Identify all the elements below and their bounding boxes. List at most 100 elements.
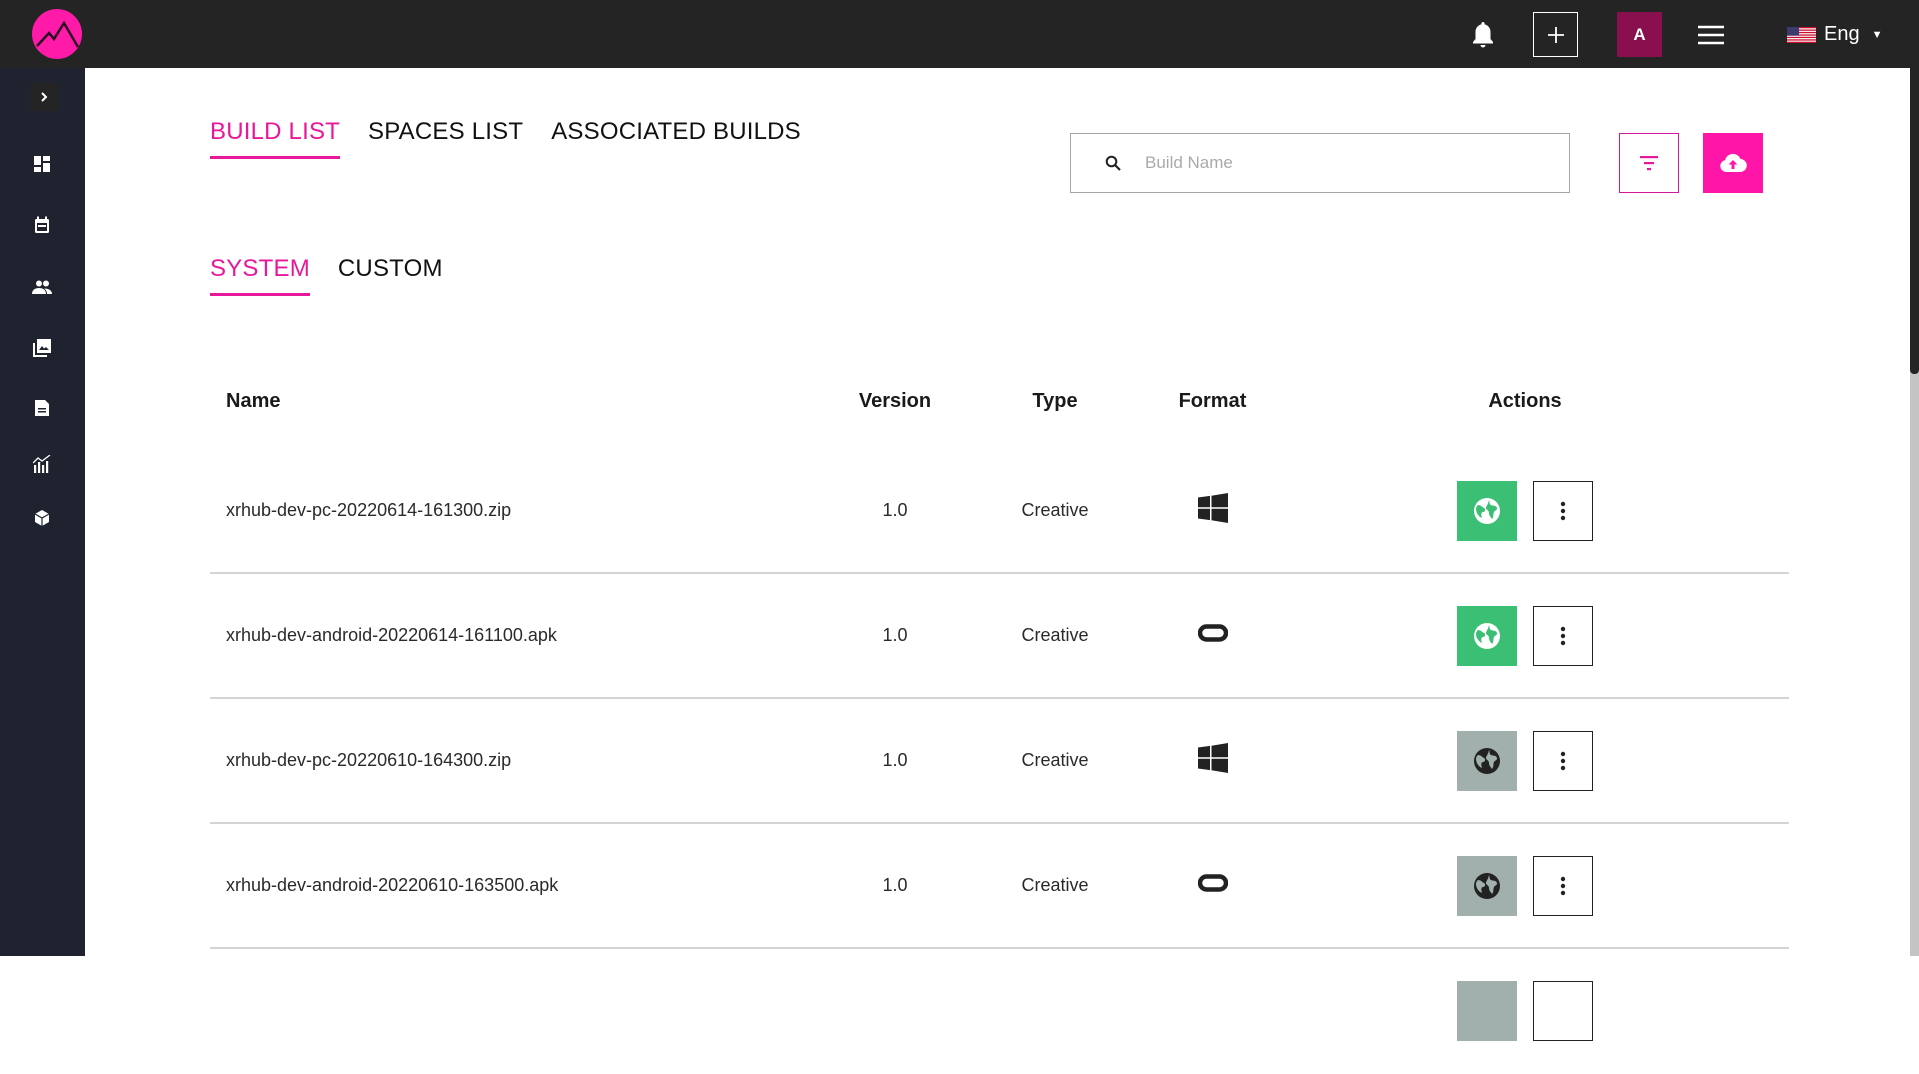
sidebar <box>0 68 85 956</box>
tab-build-list[interactable]: BUILD LIST <box>210 118 341 159</box>
main-content: BUILD LIST SPACES LIST ASSOCIATED BUILDS… <box>85 68 1909 1041</box>
app-logo[interactable] <box>32 9 82 59</box>
table-row[interactable] <box>210 949 1789 1074</box>
build-type: Creative <box>1021 625 1089 645</box>
globe-icon <box>1473 622 1501 650</box>
hamburger-icon <box>1698 25 1724 44</box>
sidebar-item-users[interactable] <box>27 272 57 302</box>
more-options-button[interactable] <box>1533 981 1593 1041</box>
windows-icon <box>1197 493 1228 528</box>
filter-icon <box>1640 156 1658 171</box>
us-flag-icon <box>1787 26 1816 43</box>
windows-icon <box>1197 743 1228 778</box>
more-vertical-icon <box>1560 501 1566 521</box>
build-type: Creative <box>1021 875 1089 895</box>
chevron-right-icon <box>41 92 48 102</box>
filter-button[interactable] <box>1619 133 1679 193</box>
column-header-format[interactable]: Format <box>1140 390 1285 413</box>
build-name: xrhub-dev-android-20220610-163500.apk <box>226 875 559 895</box>
caret-down-icon: ▼ <box>1871 28 1883 41</box>
build-type: Creative <box>1021 750 1089 770</box>
upload-build-button[interactable] <box>1703 133 1763 193</box>
builds-table: Name Version Type Format Actions xrhub-d… <box>210 373 1789 1074</box>
tab-spaces-list[interactable]: SPACES LIST <box>368 118 523 159</box>
more-vertical-icon <box>1560 751 1566 771</box>
notifications-button[interactable] <box>1463 12 1503 57</box>
publish-toggle-button[interactable] <box>1457 605 1517 666</box>
tab-system[interactable]: SYSTEM <box>210 255 310 296</box>
sidebar-item-dashboard[interactable] <box>27 149 57 179</box>
more-vertical-icon <box>1560 626 1566 646</box>
table-header: Name Version Type Format Actions <box>210 373 1789 429</box>
more-options-button[interactable] <box>1533 855 1593 916</box>
calendar-icon <box>35 216 49 233</box>
publish-toggle-button[interactable] <box>1457 730 1517 791</box>
tab-custom[interactable]: CUSTOM <box>338 255 443 296</box>
user-avatar[interactable]: A <box>1617 12 1662 57</box>
build-version: 1.0 <box>882 750 908 770</box>
row-actions <box>1285 605 1765 666</box>
table-row[interactable]: xrhub-dev-pc-20220614-161300.zip 1.0 Creat… <box>210 449 1789 574</box>
build-format <box>1140 624 1285 647</box>
column-header-name[interactable]: Name <box>210 390 820 413</box>
build-name: xrhub-dev-android-20220614-161100.apk <box>226 625 557 645</box>
build-version: 1.0 <box>882 500 908 520</box>
gallery-icon <box>33 339 51 357</box>
document-icon <box>35 400 49 416</box>
language-label: Eng <box>1824 23 1860 45</box>
sidebar-item-gallery[interactable] <box>27 333 57 363</box>
sidebar-item-documents[interactable] <box>27 393 57 423</box>
column-header-actions: Actions <box>1488 389 1562 412</box>
globe-icon <box>1473 872 1501 900</box>
row-actions <box>1285 981 1765 1041</box>
scrollbar-thumb[interactable] <box>1910 68 1919 374</box>
table-row[interactable]: xrhub-dev-android-20220614-161100.apk 1.0… <box>210 574 1789 699</box>
tab-associated-builds[interactable]: ASSOCIATED BUILDS <box>551 118 801 159</box>
publish-toggle-button[interactable] <box>1457 480 1517 541</box>
more-options-button[interactable] <box>1533 605 1593 666</box>
build-format <box>1140 874 1285 897</box>
more-options-button[interactable] <box>1533 730 1593 791</box>
build-name: xrhub-dev-pc-20220614-161300.zip <box>226 500 512 520</box>
mountain-logo-icon <box>36 20 80 48</box>
add-button[interactable] <box>1533 12 1578 57</box>
more-vertical-icon <box>1560 876 1566 896</box>
globe-icon <box>1473 497 1501 525</box>
sidebar-item-calendar[interactable] <box>27 210 57 240</box>
column-header-type[interactable]: Type <box>970 390 1140 413</box>
plus-icon <box>1547 26 1564 43</box>
oculus-icon <box>1197 874 1228 897</box>
oculus-icon <box>1197 624 1228 647</box>
publish-toggle-button[interactable] <box>1457 981 1517 1041</box>
search-icon <box>1105 155 1127 171</box>
build-name-search-input[interactable] <box>1145 153 1545 173</box>
sidebar-toggle[interactable] <box>30 83 58 111</box>
build-format <box>1140 743 1285 778</box>
build-version: 1.0 <box>882 875 908 895</box>
table-body: xrhub-dev-pc-20220614-161300.zip 1.0 Creat… <box>210 449 1789 1074</box>
menu-button[interactable] <box>1691 12 1731 57</box>
language-selector[interactable]: Eng ▼ <box>1787 12 1897 57</box>
more-options-button[interactable] <box>1533 480 1593 541</box>
bell-icon <box>1473 21 1493 47</box>
column-header-version[interactable]: Version <box>820 390 970 413</box>
globe-icon <box>1473 747 1501 775</box>
build-format <box>1140 493 1285 528</box>
row-actions <box>1285 730 1765 791</box>
sub-tabs: SYSTEM CUSTOM <box>210 255 443 296</box>
build-name: xrhub-dev-pc-20220610-164300.zip <box>226 750 512 770</box>
row-actions <box>1285 480 1765 541</box>
table-row[interactable]: xrhub-dev-android-20220610-163500.apk 1.0… <box>210 824 1789 949</box>
sidebar-item-analytics[interactable] <box>27 449 57 479</box>
row-actions <box>1285 855 1765 916</box>
top-bar: A Eng ▼ <box>0 0 1919 68</box>
main-tabs: BUILD LIST SPACES LIST ASSOCIATED BUILDS <box>210 118 801 159</box>
sidebar-item-builds[interactable] <box>27 503 57 533</box>
publish-toggle-button[interactable] <box>1457 855 1517 916</box>
table-row[interactable]: xrhub-dev-pc-20220610-164300.zip 1.0 Creat… <box>210 699 1789 824</box>
dashboard-icon <box>34 156 50 172</box>
analytics-icon <box>33 455 51 473</box>
search-box <box>1070 133 1570 193</box>
build-version: 1.0 <box>882 625 908 645</box>
cube-icon <box>34 510 50 526</box>
